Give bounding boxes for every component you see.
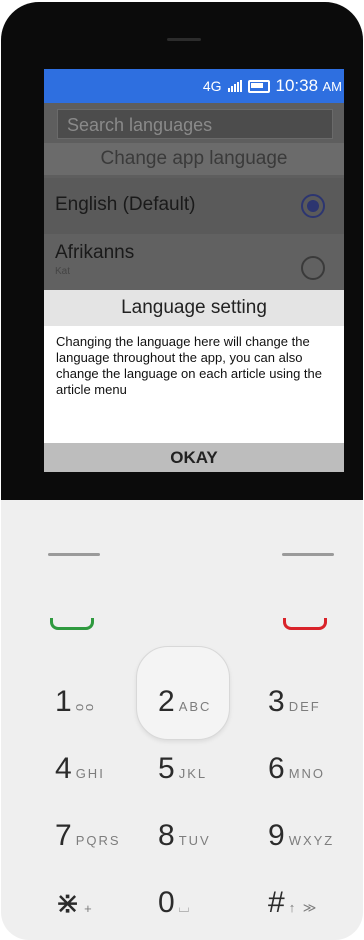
key-9[interactable]: 9 WXYZ — [268, 819, 334, 853]
battery-icon — [247, 79, 270, 93]
key-5[interactable]: 5 JKL — [158, 752, 207, 786]
page-title: Change app language — [44, 143, 344, 175]
call-icon[interactable] — [50, 618, 94, 630]
key-8[interactable]: 8 TUV — [158, 819, 211, 853]
radio-unselected-icon[interactable] — [301, 256, 325, 280]
language-setting-dialog: Language setting Changing the language h… — [44, 290, 344, 472]
feature-phone: 4G 10:38 AM Search languages Change app … — [0, 0, 364, 940]
status-bar: 4G 10:38 AM — [44, 69, 344, 103]
signal-icon — [227, 80, 242, 92]
okay-button[interactable]: OKAY — [44, 443, 344, 472]
key-2[interactable]: 2 ABC — [158, 685, 211, 719]
key-6[interactable]: 6 MNO — [268, 752, 325, 786]
list-item[interactable]: Afrikanns Kat — [44, 234, 344, 290]
key-hash[interactable]: # ↑ ≫ — [268, 886, 318, 920]
network-type: 4G — [202, 78, 222, 94]
language-settings-app: Search languages Change app language Eng… — [44, 103, 344, 472]
screen: 4G 10:38 AM Search languages Change app … — [44, 69, 344, 472]
language-label: Afrikanns — [55, 242, 135, 263]
left-softkey[interactable] — [48, 553, 100, 556]
language-sublabel: Kat — [55, 266, 71, 277]
key-0[interactable]: 0 ⌴ — [158, 886, 191, 920]
earpiece-speaker — [167, 38, 201, 41]
key-7[interactable]: 7 PQRS — [55, 819, 121, 853]
end-call-icon[interactable] — [283, 618, 327, 630]
search-input[interactable]: Search languages — [57, 109, 333, 139]
right-softkey[interactable] — [282, 553, 334, 556]
language-label: English (Default) — [55, 194, 196, 215]
key-1[interactable]: 1 ᴑᴑ — [55, 685, 96, 719]
dialog-title: Language setting — [44, 290, 344, 326]
key-4[interactable]: 4 GHI — [55, 752, 105, 786]
clock: 10:38 AM — [275, 76, 343, 95]
key-star[interactable]: ⋇ + — [55, 886, 94, 921]
list-item[interactable]: English (Default) — [44, 178, 344, 234]
radio-selected-icon[interactable] — [301, 194, 325, 218]
dialog-message: Changing the language here will change t… — [56, 334, 322, 397]
key-3[interactable]: 3 DEF — [268, 685, 321, 719]
